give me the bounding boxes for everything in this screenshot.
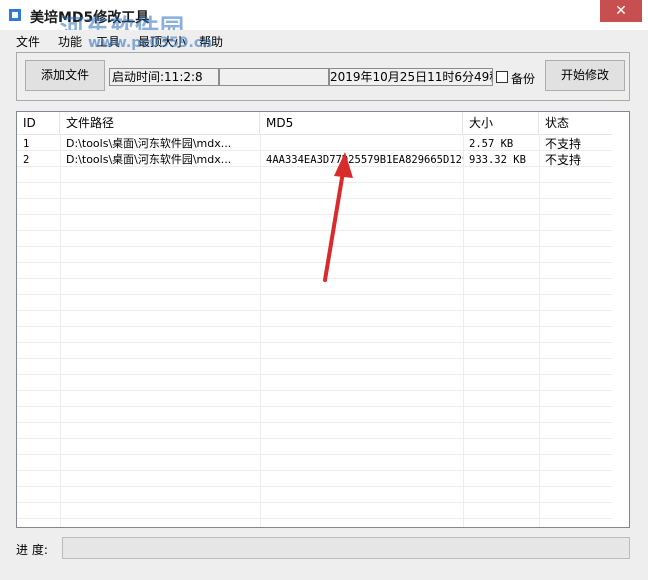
annotation-arrow xyxy=(323,152,353,282)
progress-bar xyxy=(62,537,630,559)
progress-label: 进 度: xyxy=(16,543,48,557)
